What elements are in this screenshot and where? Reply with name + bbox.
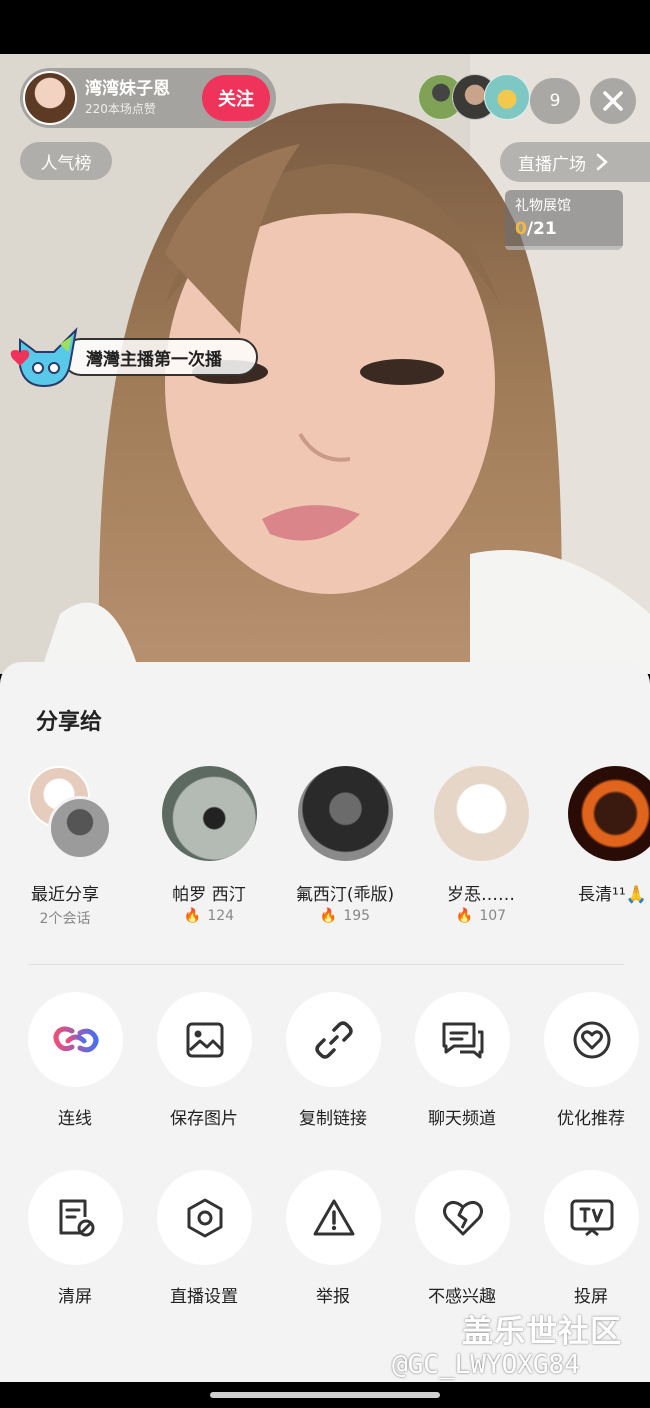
link-loop-icon xyxy=(53,1026,98,1052)
action-copy-link[interactable]: 复制链接 xyxy=(268,992,398,1152)
chain-link-icon xyxy=(314,1020,353,1059)
contact-recent-share[interactable]: 最近分享 2个会话 xyxy=(0,762,130,942)
popularity-rank-button[interactable]: 人气榜 xyxy=(20,142,112,180)
live-plaza-button[interactable]: 直播广场 xyxy=(500,142,650,182)
viewer-count-button[interactable]: 9 xyxy=(530,78,580,124)
contact-intimacy: 🔥 124 xyxy=(183,908,235,924)
mascot-icon xyxy=(10,327,78,388)
gift-gallery-progress: 0/21 xyxy=(515,216,613,242)
action-save-image[interactable]: 保存图片 xyxy=(139,992,269,1152)
host-avatar[interactable] xyxy=(23,71,77,125)
flame-icon: 🔥 xyxy=(183,908,202,924)
contact-name: 帕罗 西汀 xyxy=(172,885,246,905)
gift-gallery-title: 礼物展馆 xyxy=(515,198,571,214)
broken-heart-icon xyxy=(442,1200,483,1235)
action-connect[interactable]: 连线 xyxy=(10,992,140,1152)
contact-subtitle: 2个会话 xyxy=(39,911,91,927)
contact-item[interactable]: 帕罗 西汀 🔥 124 xyxy=(144,762,274,942)
contact-item[interactable]: 長清¹¹🙏 xyxy=(552,762,650,942)
heart-circle-icon xyxy=(573,1021,610,1058)
host-name: 湾湾妹子恩 xyxy=(85,79,170,99)
gift-progress-bar xyxy=(505,246,623,250)
action-report[interactable]: 举报 xyxy=(268,1170,398,1330)
flame-icon: 🔥 xyxy=(319,908,338,924)
avatar xyxy=(162,766,257,861)
hexagon-settings-icon xyxy=(187,1198,222,1237)
action-label: 投屏 xyxy=(574,1287,608,1307)
flame-icon: 🔥 xyxy=(455,908,474,924)
watermark-user: @GC_LWYOXG84 xyxy=(392,1350,580,1380)
contact-name: 岁忢…… xyxy=(447,885,515,905)
share-sheet-title: 分享给 xyxy=(36,710,103,735)
action-live-settings[interactable]: 直播设置 xyxy=(139,1170,269,1330)
action-label: 举报 xyxy=(316,1287,350,1307)
action-label: 聊天频道 xyxy=(428,1109,496,1129)
clear-screen-icon xyxy=(59,1199,94,1236)
action-label: 不感兴趣 xyxy=(428,1287,496,1307)
contact-item[interactable]: 岁忢…… 🔥 107 xyxy=(416,762,546,942)
contact-name: 長清¹¹🙏 xyxy=(578,885,647,905)
contact-intimacy: 🔥 195 xyxy=(319,908,371,924)
chevron-right-icon xyxy=(596,153,608,171)
gift-current-count: 0 xyxy=(515,219,527,239)
action-label: 直播设置 xyxy=(170,1287,238,1307)
action-optimize-recommend[interactable]: 优化推荐 xyxy=(526,992,650,1152)
avatar xyxy=(298,766,393,861)
close-icon xyxy=(603,91,623,111)
contact-name: 氟西汀(乖版) xyxy=(295,885,395,905)
action-label: 保存图片 xyxy=(170,1109,238,1129)
avatar xyxy=(568,766,650,861)
action-label: 清屏 xyxy=(58,1287,92,1307)
action-label: 复制链接 xyxy=(299,1109,367,1129)
contact-name: 最近分享 xyxy=(31,885,99,905)
close-button[interactable] xyxy=(590,78,636,124)
warning-icon xyxy=(313,1199,354,1235)
contact-item[interactable]: 氟西汀(乖版) 🔥 195 xyxy=(280,762,410,942)
divider xyxy=(28,964,624,965)
watermark-community: 盖乐世社区 xyxy=(462,1314,622,1350)
action-chat-channel[interactable]: 聊天频道 xyxy=(397,992,527,1152)
chat-bubbles-icon xyxy=(442,1022,483,1058)
gift-gallery-widget[interactable]: 礼物展馆 0/21 xyxy=(505,190,623,250)
action-clear-screen[interactable]: 清屏 xyxy=(10,1170,140,1330)
tv-cast-icon xyxy=(570,1199,613,1236)
home-indicator[interactable] xyxy=(210,1392,440,1398)
live-stream-view: 湾湾妹子恩 220本场点赞 关注 9 人气榜 直播广场 礼物展馆 0/21 灣灣… xyxy=(0,54,650,674)
share-contacts-row[interactable]: 最近分享 2个会话 帕罗 西汀 🔥 124 氟西汀(乖版) 🔥 195 岁忢…… 🔥… xyxy=(0,762,650,942)
avatar xyxy=(48,796,112,860)
announcement-text: 灣灣主播第一次播 xyxy=(62,338,258,376)
viewer-avatars[interactable] xyxy=(418,74,530,122)
share-sheet: 分享给 最近分享 2个会话 帕罗 西汀 🔥 124 氟西汀(乖版) 🔥 195 岁忢… xyxy=(0,662,650,1382)
viewer-avatar[interactable] xyxy=(484,74,530,120)
host-info-pill[interactable]: 湾湾妹子恩 220本场点赞 关注 xyxy=(20,68,276,128)
announcement-banner[interactable]: 灣灣主播第一次播 xyxy=(6,322,258,392)
action-label: 优化推荐 xyxy=(557,1109,625,1129)
follow-button[interactable]: 关注 xyxy=(202,75,270,121)
action-label: 连线 xyxy=(58,1109,92,1129)
live-plaza-label: 直播广场 xyxy=(518,154,586,175)
gift-total-count: /21 xyxy=(526,219,557,239)
avatar xyxy=(434,766,529,861)
contact-intimacy: 🔥 107 xyxy=(455,908,507,924)
host-likes-count: 220本场点赞 xyxy=(85,102,156,116)
image-icon xyxy=(186,1022,223,1057)
